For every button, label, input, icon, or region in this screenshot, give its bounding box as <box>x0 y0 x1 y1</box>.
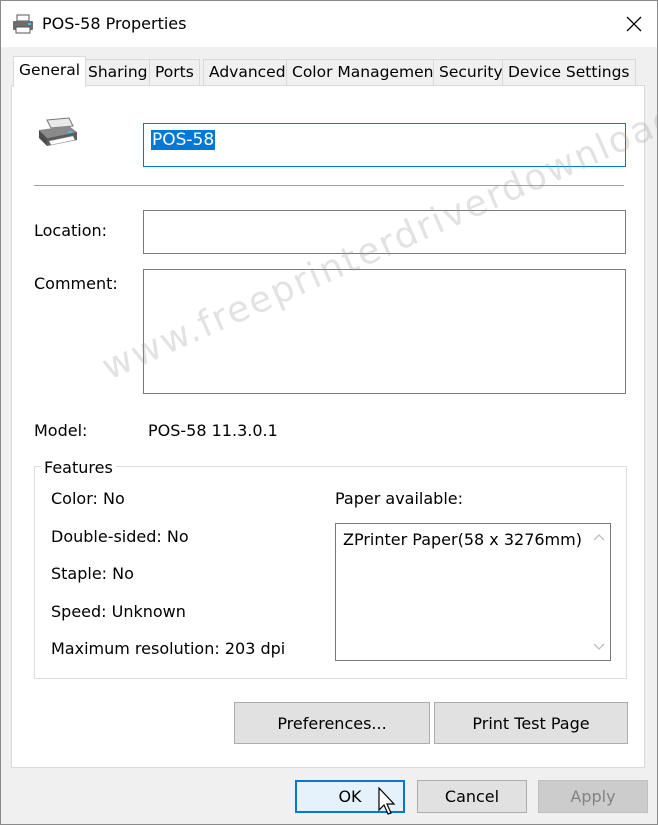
window-title: POS-58 Properties <box>42 14 187 33</box>
printer-icon <box>39 117 77 146</box>
features-legend: Features <box>41 458 116 477</box>
cancel-button[interactable]: Cancel <box>417 780 527 813</box>
list-item[interactable]: ZPrinter Paper(58 x 3276mm) <box>343 530 582 549</box>
tab-device-settings[interactable]: Device Settings <box>502 59 636 86</box>
title-bar: POS-58 Properties <box>1 1 657 47</box>
apply-button[interactable]: Apply <box>538 780 648 813</box>
feature-speed: Speed: Unknown <box>51 602 186 621</box>
features-group: Features Color: No Double-sided: No Stap… <box>34 458 627 679</box>
preferences-button[interactable]: Preferences... <box>234 702 430 744</box>
comment-input[interactable] <box>143 269 626 394</box>
scroll-down-icon[interactable] <box>592 640 606 654</box>
separator <box>34 185 624 186</box>
tab-sharing[interactable]: Sharing <box>82 59 154 86</box>
feature-max-resolution: Maximum resolution: 203 dpi <box>51 639 286 658</box>
printer-icon <box>13 14 33 34</box>
location-input[interactable] <box>143 210 626 254</box>
tab-color-management[interactable]: Color Management <box>286 59 446 86</box>
mouse-pointer-icon <box>378 787 396 815</box>
scroll-up-icon[interactable] <box>592 530 606 544</box>
printer-name-selection: POS-58 <box>151 130 216 150</box>
general-panel: POS-58 Location: Comment: Model: POS-58 … <box>11 85 645 768</box>
print-test-page-button[interactable]: Print Test Page <box>434 702 628 744</box>
paper-available-label: Paper available: <box>335 489 464 508</box>
close-icon <box>626 16 642 32</box>
comment-label: Comment: <box>34 274 118 293</box>
tab-advanced[interactable]: Advanced <box>203 59 292 86</box>
paper-list[interactable]: ZPrinter Paper(58 x 3276mm) <box>335 523 611 661</box>
printer-name-input[interactable]: POS-58 <box>143 123 626 167</box>
feature-staple: Staple: No <box>51 564 134 583</box>
location-label: Location: <box>34 221 108 240</box>
tab-security[interactable]: Security <box>433 59 509 86</box>
tab-ports[interactable]: Ports <box>149 59 200 86</box>
tab-general[interactable]: General <box>13 56 87 87</box>
feature-color: Color: No <box>51 489 125 508</box>
model-value: POS-58 11.3.0.1 <box>148 421 278 440</box>
model-label: Model: <box>34 421 88 440</box>
close-button[interactable] <box>611 1 657 47</box>
properties-dialog: POS-58 Properties General Sharing Ports … <box>0 0 658 825</box>
feature-double-sided: Double-sided: No <box>51 527 189 546</box>
